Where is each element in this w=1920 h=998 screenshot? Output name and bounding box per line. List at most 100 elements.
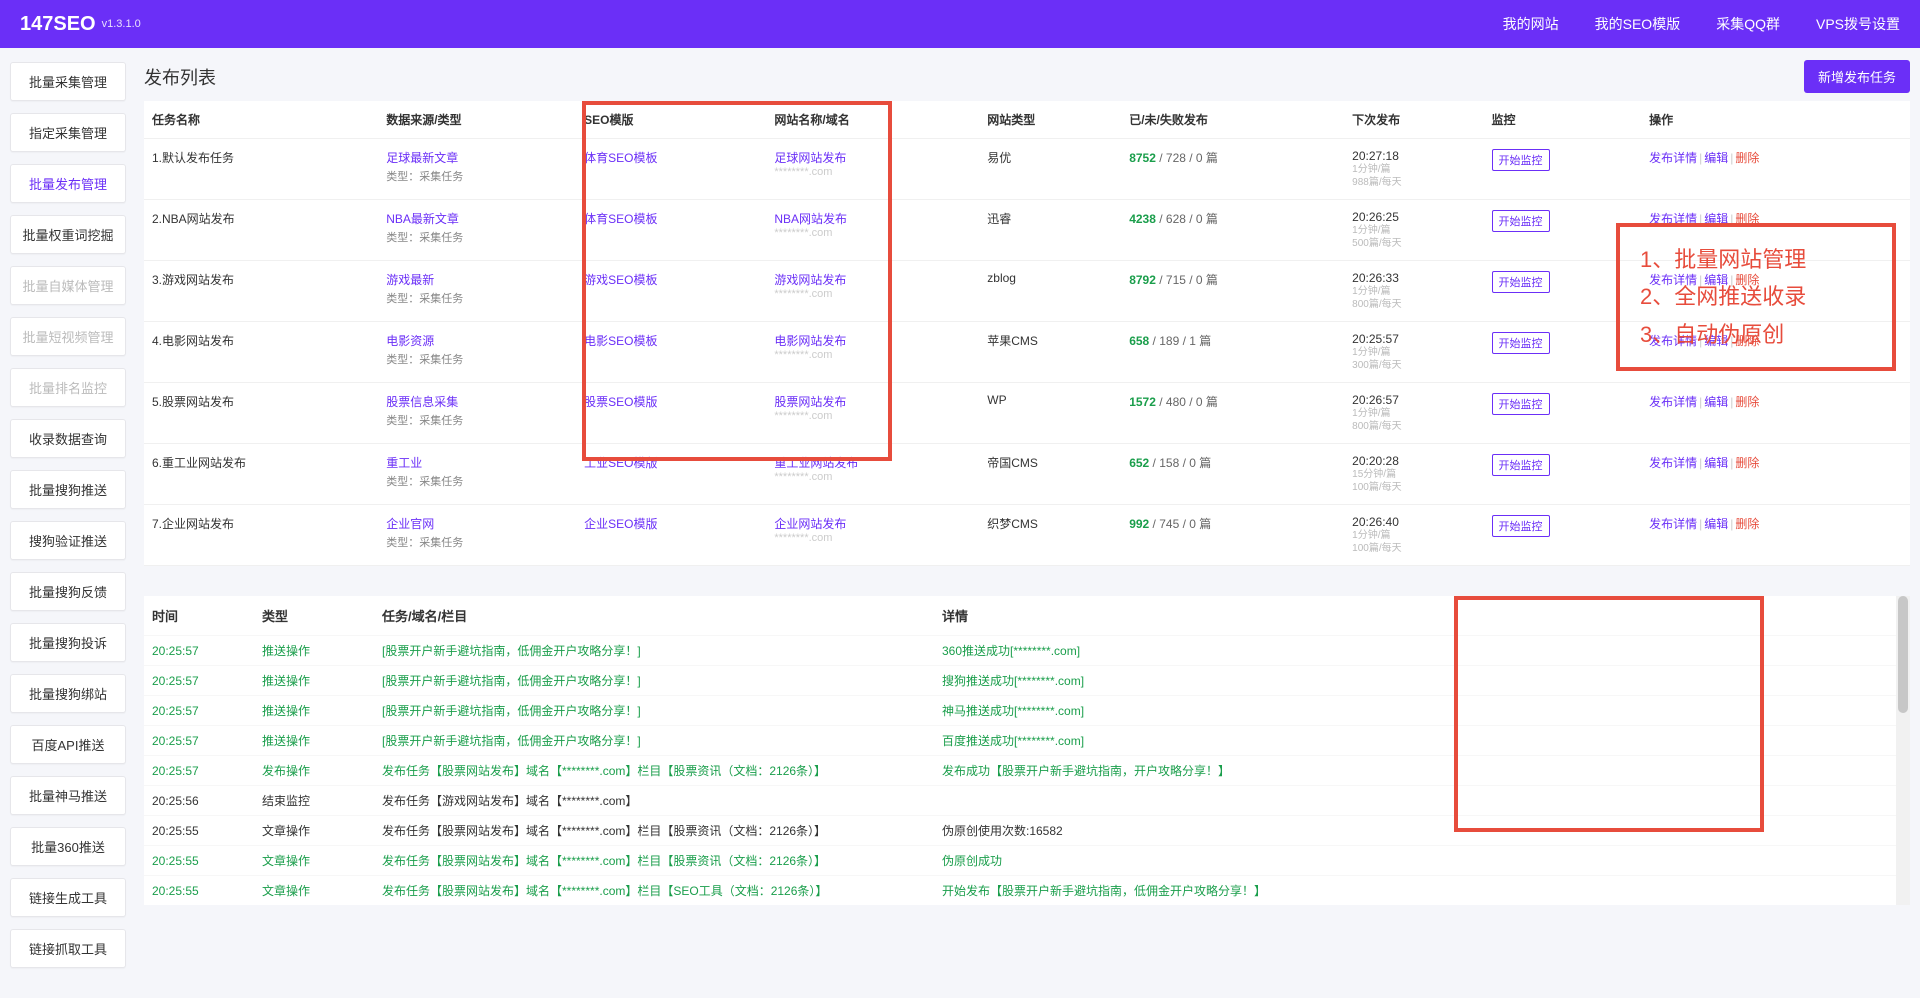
- log-panel: 时间类型任务/域名/栏目详情 20:25:57推送操作[股票开户新手避坑指南，低…: [144, 596, 1910, 905]
- log-task: [股票开户新手避坑指南，低佣金开户攻略分享！]: [374, 696, 934, 726]
- log-scrollbar[interactable]: [1896, 596, 1910, 905]
- sidebar-item[interactable]: 批量360推送: [10, 827, 126, 866]
- delete-link[interactable]: 删除: [1735, 395, 1759, 409]
- log-col-header: 时间: [144, 596, 254, 636]
- ops-cell: 发布详情|编辑|删除: [1641, 139, 1910, 200]
- log-time: 20:25:57: [144, 636, 254, 666]
- ops-cell: 发布详情|编辑|删除: [1641, 505, 1910, 566]
- sidebar-item[interactable]: 链接生成工具: [10, 878, 126, 917]
- main-panel: 发布列表 新增发布任务 任务名称数据来源/类型SEO模版网站名称/域名网站类型已…: [136, 48, 1920, 982]
- table-row: 7.企业网站发布企业官网类型：采集任务企业SEO模版企业网站发布********…: [144, 505, 1910, 566]
- task-name: 6.重工业网站发布: [144, 444, 378, 505]
- sidebar-item[interactable]: 批量神马推送: [10, 776, 126, 815]
- col-header: 已/未/失败发布: [1121, 101, 1344, 139]
- col-header: 数据来源/类型: [378, 101, 576, 139]
- log-detail: 开始发布【股票开户新手避坑指南，低佣金开户攻略分享！】: [934, 876, 1910, 906]
- annotation-line: 1、批量网站管理: [1640, 241, 1872, 278]
- monitor-cell: 开始监控: [1484, 505, 1642, 566]
- monitor-button[interactable]: 开始监控: [1492, 515, 1550, 537]
- next-publish: 20:25:571分钟/篇300篇/每天: [1344, 322, 1483, 383]
- monitor-button[interactable]: 开始监控: [1492, 454, 1550, 476]
- edit-link[interactable]: 编辑: [1704, 517, 1728, 531]
- log-time: 20:25:57: [144, 696, 254, 726]
- site-name: 足球网站发布********.com: [766, 139, 979, 200]
- log-detail: 发布成功【股票开户新手避坑指南，开户攻略分享！】: [934, 756, 1910, 786]
- sidebar-item[interactable]: 批量搜狗推送: [10, 470, 126, 509]
- sidebar-item[interactable]: 指定采集管理: [10, 113, 126, 152]
- task-name: 1.默认发布任务: [144, 139, 378, 200]
- sidebar-item[interactable]: 搜狗验证推送: [10, 521, 126, 560]
- annotation-box: 1、批量网站管理 2、全网推送收录 3、自动伪原创: [1616, 223, 1896, 371]
- log-time: 20:25:55: [144, 816, 254, 846]
- log-task: 发布任务【股票网站发布】域名【********.com】栏目【SEO工具（文档：…: [374, 876, 934, 906]
- header-nav-item[interactable]: 我的网站: [1503, 14, 1559, 34]
- delete-link[interactable]: 删除: [1735, 456, 1759, 470]
- detail-link[interactable]: 发布详情: [1649, 456, 1697, 470]
- sidebar-item[interactable]: 批量发布管理: [10, 164, 126, 203]
- delete-link[interactable]: 删除: [1735, 151, 1759, 165]
- publish-count: 1572 / 480 / 0 篇: [1121, 383, 1344, 444]
- seo-template: 工业SEO模版: [576, 444, 766, 505]
- header-nav: 我的网站 我的SEO模版 采集QQ群 VPS拨号设置: [1503, 14, 1900, 34]
- sidebar-item[interactable]: 批量采集管理: [10, 62, 126, 101]
- sidebar-item[interactable]: 批量搜狗绑站: [10, 674, 126, 713]
- monitor-button[interactable]: 开始监控: [1492, 393, 1550, 415]
- log-detail: [934, 786, 1910, 816]
- data-source: NBA最新文章类型：采集任务: [378, 200, 576, 261]
- site-type: 迅睿: [979, 200, 1121, 261]
- col-header: 任务名称: [144, 101, 378, 139]
- edit-link[interactable]: 编辑: [1704, 395, 1728, 409]
- data-source: 电影资源类型：采集任务: [378, 322, 576, 383]
- header-nav-item[interactable]: 我的SEO模版: [1595, 14, 1681, 34]
- sidebar-item[interactable]: 批量搜狗反馈: [10, 572, 126, 611]
- col-header: 监控: [1484, 101, 1642, 139]
- log-time: 20:25:56: [144, 786, 254, 816]
- delete-link[interactable]: 删除: [1735, 517, 1759, 531]
- monitor-button[interactable]: 开始监控: [1492, 332, 1550, 354]
- sidebar-item[interactable]: 批量搜狗投诉: [10, 623, 126, 662]
- sidebar-item: 批量自媒体管理: [10, 266, 126, 305]
- sidebar-item: 批量短视频管理: [10, 317, 126, 356]
- detail-link[interactable]: 发布详情: [1649, 395, 1697, 409]
- data-source: 企业官网类型：采集任务: [378, 505, 576, 566]
- header-nav-item[interactable]: VPS拨号设置: [1816, 14, 1900, 34]
- new-task-button[interactable]: 新增发布任务: [1804, 60, 1910, 93]
- seo-template: 游戏SEO模板: [576, 261, 766, 322]
- sidebar-item[interactable]: 链接抓取工具: [10, 929, 126, 968]
- monitor-button[interactable]: 开始监控: [1492, 149, 1550, 171]
- sidebar: 批量采集管理指定采集管理批量发布管理批量权重词挖掘批量自媒体管理批量短视频管理批…: [0, 48, 136, 982]
- edit-link[interactable]: 编辑: [1704, 456, 1728, 470]
- log-task: [股票开户新手避坑指南，低佣金开户攻略分享！]: [374, 636, 934, 666]
- monitor-button[interactable]: 开始监控: [1492, 271, 1550, 293]
- annotation-line: 3、自动伪原创: [1640, 316, 1872, 353]
- log-time: 20:25:55: [144, 846, 254, 876]
- next-publish: 20:20:2815分钟/篇100篇/每天: [1344, 444, 1483, 505]
- log-col-header: 任务/域名/栏目: [374, 596, 934, 636]
- edit-link[interactable]: 编辑: [1704, 151, 1728, 165]
- log-detail: 360推送成功[********.com]: [934, 636, 1910, 666]
- site-name: 股票网站发布********.com: [766, 383, 979, 444]
- log-row: 20:25:57发布操作发布任务【股票网站发布】域名【********.com】…: [144, 756, 1910, 786]
- site-name: 游戏网站发布********.com: [766, 261, 979, 322]
- sidebar-item[interactable]: 收录数据查询: [10, 419, 126, 458]
- monitor-button[interactable]: 开始监控: [1492, 210, 1550, 232]
- log-time: 20:25:55: [144, 876, 254, 906]
- seo-template: 企业SEO模版: [576, 505, 766, 566]
- sidebar-item[interactable]: 批量权重词挖掘: [10, 215, 126, 254]
- task-name: 5.股票网站发布: [144, 383, 378, 444]
- col-header: 操作: [1641, 101, 1910, 139]
- site-type: 易优: [979, 139, 1121, 200]
- next-publish: 20:26:401分钟/篇100篇/每天: [1344, 505, 1483, 566]
- sidebar-item[interactable]: 百度API推送: [10, 725, 126, 764]
- detail-link[interactable]: 发布详情: [1649, 151, 1697, 165]
- site-type: zblog: [979, 261, 1121, 322]
- detail-link[interactable]: 发布详情: [1649, 517, 1697, 531]
- monitor-cell: 开始监控: [1484, 139, 1642, 200]
- next-publish: 20:26:251分钟/篇500篇/每天: [1344, 200, 1483, 261]
- site-name: NBA网站发布********.com: [766, 200, 979, 261]
- data-source: 股票信息采集类型：采集任务: [378, 383, 576, 444]
- header-nav-item[interactable]: 采集QQ群: [1716, 14, 1780, 34]
- log-detail: 伪原创使用次数:16582: [934, 816, 1910, 846]
- log-kind: 发布操作: [254, 756, 374, 786]
- col-header: 网站类型: [979, 101, 1121, 139]
